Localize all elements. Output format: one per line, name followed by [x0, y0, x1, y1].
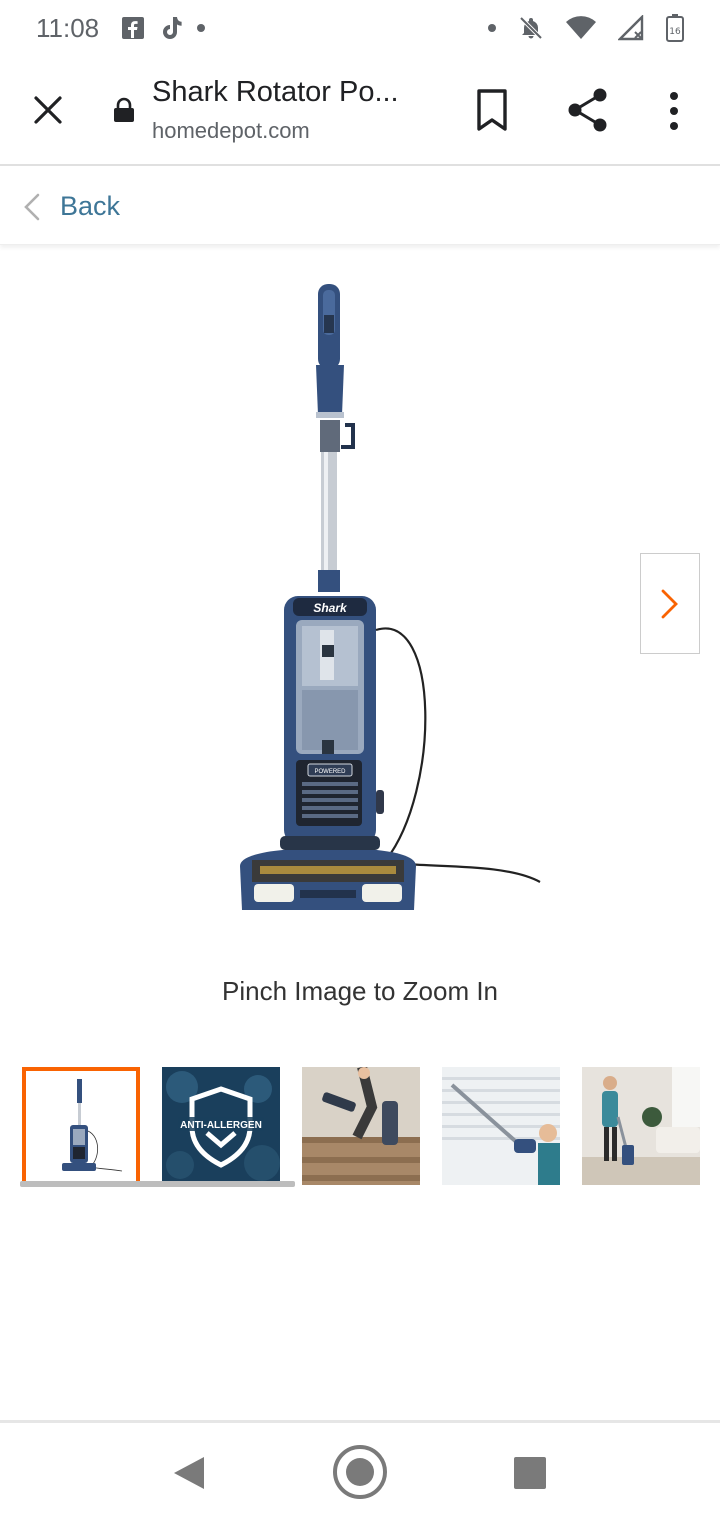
thumbnail-strip: ANTI-ALLERGEN [20, 1067, 710, 1192]
nav-home-icon[interactable] [331, 1443, 389, 1501]
battery-level: 16 [669, 27, 681, 37]
mute-icon [518, 15, 544, 41]
bookmark-icon[interactable] [474, 88, 510, 132]
status-left-icons [121, 15, 206, 41]
signal-icon [618, 15, 644, 41]
share-icon[interactable] [566, 86, 610, 134]
chevron-right-icon [661, 589, 678, 618]
nav-back-icon[interactable] [172, 1455, 206, 1491]
tiktok-icon [159, 15, 183, 41]
brand-logo: Shark [313, 601, 348, 615]
anti-allergen-label: ANTI-ALLERGEN [180, 1120, 262, 1131]
status-time: 11:08 [36, 12, 100, 43]
custom-tab-toolbar: Shark Rotator Po... homedepot.com [0, 56, 720, 166]
thumb-living-room[interactable] [582, 1067, 700, 1185]
thumbnail-scroll-indicator [20, 1181, 295, 1187]
back-bar[interactable]: Back [0, 167, 720, 245]
battery-icon: 16 [666, 14, 684, 42]
lock-icon[interactable] [112, 97, 136, 123]
thumb-vacuum-full[interactable] [22, 1067, 140, 1185]
powered-badge: POWERED [314, 769, 346, 775]
next-image-button[interactable] [640, 553, 700, 654]
page-title: Shark Rotator Po... [152, 76, 399, 108]
status-bar: 11:08 16 [0, 0, 720, 56]
notification-dot-icon [197, 24, 206, 32]
product-main-image[interactable]: Shark POWERED [200, 270, 550, 930]
system-nav-bar [0, 1423, 720, 1520]
more-vert-icon[interactable] [660, 90, 688, 132]
thumb-wand-reach[interactable] [442, 1067, 560, 1185]
dot-icon [488, 24, 496, 32]
nav-recents-icon[interactable] [514, 1457, 546, 1489]
thumb-stairs-cleaning[interactable] [302, 1067, 420, 1185]
thumb-anti-allergen[interactable]: ANTI-ALLERGEN [162, 1067, 280, 1185]
zoom-hint-text: Pinch Image to Zoom In [221, 976, 499, 1006]
page-domain: homedepot.com [152, 118, 310, 143]
status-right-icons: 16 [488, 14, 684, 42]
chevron-left-icon[interactable] [20, 191, 44, 223]
close-icon[interactable] [28, 90, 68, 130]
facebook-icon [121, 16, 145, 40]
wifi-icon [566, 16, 596, 40]
back-link[interactable]: Back [60, 191, 120, 222]
